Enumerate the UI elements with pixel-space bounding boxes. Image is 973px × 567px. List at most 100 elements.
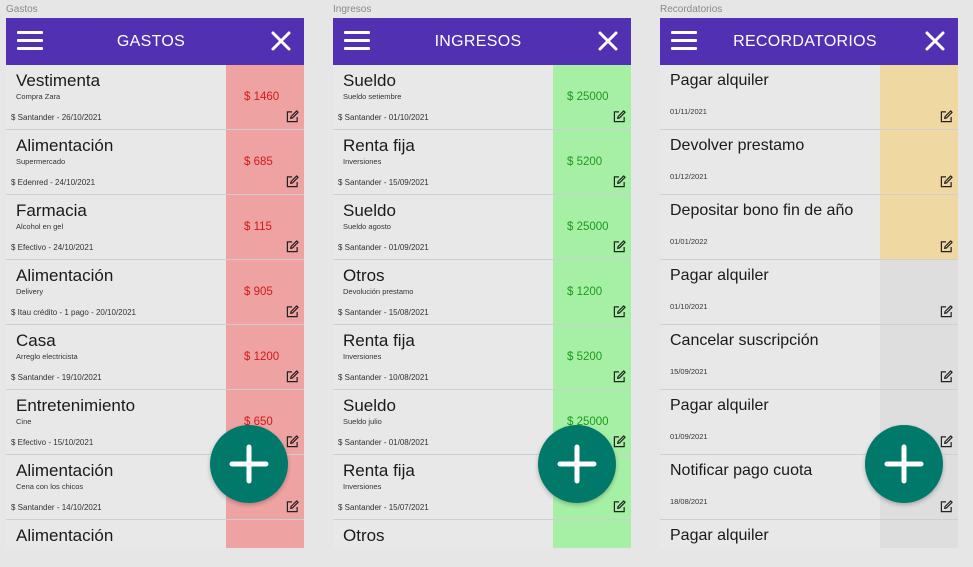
add-icon bbox=[884, 444, 924, 484]
edit-icon[interactable] bbox=[940, 500, 953, 513]
item-meta: $ Santander - 26/10/2021 bbox=[11, 113, 102, 122]
item-title: Notificar pago cuota bbox=[670, 462, 813, 479]
item-date: 01/09/2021 bbox=[670, 432, 708, 441]
item-title: Depositar bono fin de año bbox=[670, 202, 854, 219]
list-item[interactable]: Farmacia Alcohol en gel $ Efectivo - 24/10… bbox=[6, 195, 304, 260]
list-item[interactable]: Alimentación bbox=[6, 520, 304, 548]
item-subtitle: Arreglo electricista bbox=[16, 352, 78, 361]
close-icon[interactable] bbox=[270, 30, 292, 52]
item-title: Sueldo bbox=[343, 201, 396, 220]
close-icon[interactable] bbox=[924, 30, 946, 52]
list-item[interactable]: Sueldo Sueldo agosto $ Santander - 01/09/2… bbox=[333, 195, 631, 260]
list-item[interactable]: Cancelar suscripción 15/09/2021 bbox=[660, 325, 958, 390]
amount-panel: $ 685 bbox=[226, 130, 304, 194]
item-meta: $ Efectivo - 15/10/2021 bbox=[11, 438, 94, 447]
edit-icon[interactable] bbox=[940, 175, 953, 188]
list-item[interactable]: Alimentación Supermercado $ Edenred - 24/1… bbox=[6, 130, 304, 195]
item-title: Renta fija bbox=[343, 461, 415, 480]
edit-icon[interactable] bbox=[940, 370, 953, 383]
screen-label-ingresos: Ingresos bbox=[333, 4, 372, 15]
add-income-button[interactable] bbox=[538, 425, 616, 503]
item-meta: $ Santander - 10/08/2021 bbox=[338, 373, 429, 382]
amount-panel: $ 1200 bbox=[553, 260, 631, 324]
list-item[interactable]: Otros Devolución prestamo $ Santander - 15… bbox=[333, 260, 631, 325]
item-subtitle: Sueldo julio bbox=[343, 417, 382, 426]
add-reminder-button[interactable] bbox=[865, 425, 943, 503]
amount-panel: $ 905 bbox=[226, 260, 304, 324]
item-amount: $ 5200 bbox=[567, 156, 603, 168]
amount-panel: $ 5200 bbox=[553, 130, 631, 194]
item-title: Alimentación bbox=[16, 266, 114, 285]
edit-icon[interactable] bbox=[940, 240, 953, 253]
list-item[interactable]: Otros bbox=[333, 520, 631, 548]
add-icon bbox=[557, 444, 597, 484]
screen-label-gastos: Gastos bbox=[6, 4, 38, 15]
edit-icon[interactable] bbox=[286, 110, 299, 123]
list-item[interactable]: Sueldo Sueldo setiembre $ Santander - 01/1… bbox=[333, 65, 631, 130]
amount-panel: $ 25000 bbox=[553, 195, 631, 259]
item-amount: $ 685 bbox=[244, 156, 273, 168]
edit-icon[interactable] bbox=[286, 435, 299, 448]
item-meta: $ Efectivo - 24/10/2021 bbox=[11, 243, 94, 252]
item-title: Alimentación bbox=[16, 136, 114, 155]
edit-icon[interactable] bbox=[286, 240, 299, 253]
item-amount: $ 25000 bbox=[567, 91, 609, 103]
edit-icon[interactable] bbox=[286, 370, 299, 383]
item-title: Pagar alquiler bbox=[670, 267, 769, 284]
item-amount: $ 1200 bbox=[244, 351, 280, 363]
edit-icon[interactable] bbox=[613, 370, 626, 383]
status-panel bbox=[880, 130, 958, 194]
edit-icon[interactable] bbox=[286, 175, 299, 188]
menu-icon[interactable] bbox=[344, 31, 370, 51]
edit-icon[interactable] bbox=[940, 305, 953, 318]
item-title: Alimentación bbox=[16, 526, 114, 545]
item-subtitle: Alcohol en gel bbox=[16, 222, 64, 231]
menu-icon[interactable] bbox=[671, 31, 697, 51]
item-title: Farmacia bbox=[16, 201, 87, 220]
list-item[interactable]: Renta fija Inversiones $ Santander - 15/09… bbox=[333, 130, 631, 195]
list-item[interactable]: Renta fija Inversiones $ Santander - 10/08… bbox=[333, 325, 631, 390]
app-bar: GASTOS bbox=[6, 18, 304, 65]
amount-panel bbox=[226, 520, 304, 548]
list-item[interactable]: Pagar alquiler 01/11/2021 bbox=[660, 65, 958, 130]
edit-icon[interactable] bbox=[286, 305, 299, 318]
edit-icon[interactable] bbox=[613, 240, 626, 253]
item-title: Otros bbox=[343, 266, 385, 285]
list-item[interactable]: Devolver prestamo 01/12/2021 bbox=[660, 130, 958, 195]
item-meta: $ Santander - 15/08/2021 bbox=[338, 308, 429, 317]
amount-panel: $ 5200 bbox=[553, 325, 631, 389]
item-date: 15/09/2021 bbox=[670, 367, 708, 376]
item-amount: $ 25000 bbox=[567, 221, 609, 233]
edit-icon[interactable] bbox=[613, 500, 626, 513]
item-subtitle: Devolución prestamo bbox=[343, 287, 414, 296]
item-title: Otros bbox=[343, 526, 385, 545]
list-item[interactable]: Depositar bono fin de año 01/01/2022 bbox=[660, 195, 958, 260]
item-subtitle: Sueldo agosto bbox=[343, 222, 391, 231]
item-date: 18/08/2021 bbox=[670, 497, 708, 506]
status-panel bbox=[880, 520, 958, 548]
edit-icon[interactable] bbox=[613, 110, 626, 123]
item-subtitle: Cena con los chicos bbox=[16, 482, 84, 491]
edit-icon[interactable] bbox=[940, 110, 953, 123]
edit-icon[interactable] bbox=[613, 305, 626, 318]
edit-icon[interactable] bbox=[613, 175, 626, 188]
item-meta: $ Santander - 15/09/2021 bbox=[338, 178, 429, 187]
item-subtitle: Supermercado bbox=[16, 157, 66, 166]
menu-icon[interactable] bbox=[17, 31, 43, 51]
item-title: Pagar alquiler bbox=[670, 72, 769, 89]
list-item[interactable]: Pagar alquiler bbox=[660, 520, 958, 548]
item-title: Renta fija bbox=[343, 331, 415, 350]
list-item[interactable]: Alimentación Delivery $ Itau crédito - 1 p… bbox=[6, 260, 304, 325]
edit-icon[interactable] bbox=[286, 500, 299, 513]
list-item[interactable]: Casa Arreglo electricista $ Santander - 19… bbox=[6, 325, 304, 390]
list-item[interactable]: Vestimenta Compra Zara $ Santander - 26/10… bbox=[6, 65, 304, 130]
edit-icon[interactable] bbox=[940, 435, 953, 448]
add-icon bbox=[229, 444, 269, 484]
close-icon[interactable] bbox=[597, 30, 619, 52]
item-date: 01/11/2021 bbox=[670, 107, 707, 116]
add-expense-button[interactable] bbox=[210, 425, 288, 503]
status-panel bbox=[880, 195, 958, 259]
list-item[interactable]: Pagar alquiler 01/10/2021 bbox=[660, 260, 958, 325]
item-amount: $ 1200 bbox=[567, 286, 603, 298]
edit-icon[interactable] bbox=[613, 435, 626, 448]
